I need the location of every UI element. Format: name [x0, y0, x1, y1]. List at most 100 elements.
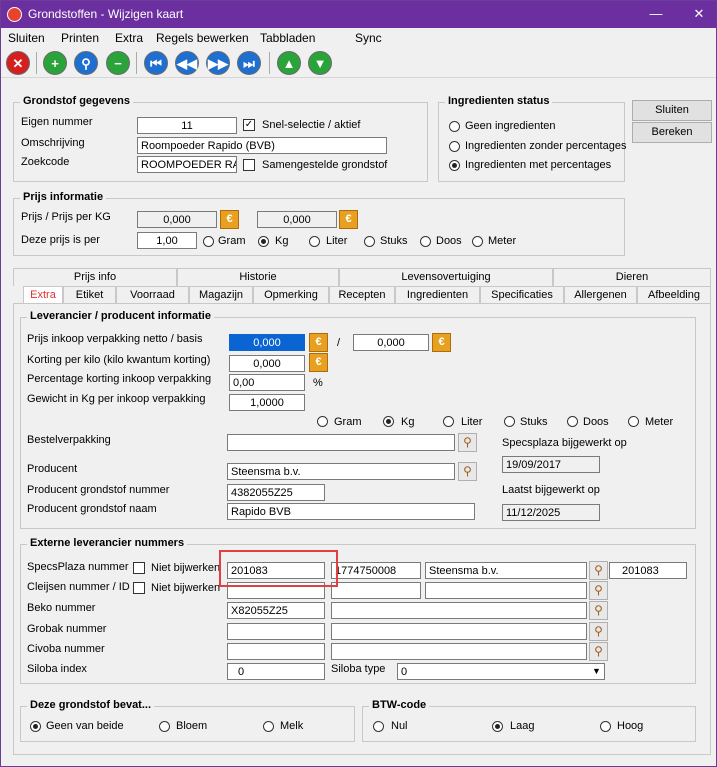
close-window-button[interactable]: ✕ [685, 5, 713, 23]
menu-extra[interactable]: Extra [115, 31, 143, 45]
up-icon[interactable]: ▲ [277, 51, 301, 75]
eigen-nummer-field[interactable]: 11 [137, 117, 237, 134]
producent-field[interactable]: Steensma b.v. [227, 463, 455, 480]
specsplaza-code-field[interactable]: 1774750008 [331, 562, 421, 579]
prev-icon[interactable]: ◀◀ [175, 51, 199, 75]
producent-nummer-field[interactable]: 4382055Z25 [227, 484, 325, 501]
tab-etiket[interactable]: Etiket [63, 286, 116, 304]
percentage-field[interactable]: 0,00 [229, 374, 305, 391]
producent-naam-field[interactable]: Rapido BVB [227, 503, 475, 520]
cleijsen-id-field[interactable] [331, 582, 421, 599]
lookup-icon[interactable]: ⚲ [589, 622, 608, 641]
zoekcode-field[interactable]: ROOMPOEDER RA [137, 156, 237, 173]
radio-hoog[interactable] [600, 721, 611, 732]
tab-magazijn[interactable]: Magazijn [189, 286, 253, 304]
niet-bijwerken-checkbox[interactable] [133, 582, 145, 594]
menu-sync[interactable]: Sync [355, 31, 382, 45]
add-icon[interactable]: + [43, 51, 67, 75]
radio-zonder-percentages[interactable] [449, 141, 460, 152]
radio-laag[interactable] [492, 721, 503, 732]
gewicht-field[interactable]: 1,0000 [229, 394, 305, 411]
korting-field[interactable]: 0,000 [229, 355, 305, 372]
grobak-naam-field[interactable] [331, 623, 587, 640]
radio-geen-van-beide[interactable] [30, 721, 41, 732]
siloba-index-field[interactable]: 0 [227, 663, 325, 680]
tab-allergenen[interactable]: Allergenen [564, 286, 637, 304]
tab-voorraad[interactable]: Voorraad [116, 286, 189, 304]
unit-radio-doos[interactable] [567, 416, 578, 427]
niet-bijwerken-checkbox[interactable] [133, 562, 145, 574]
last-icon[interactable]: ⏭ [237, 51, 261, 75]
down-icon[interactable]: ▼ [308, 51, 332, 75]
unit-radio-kg[interactable] [383, 416, 394, 427]
radio-nul[interactable] [373, 721, 384, 732]
radio-melk[interactable] [263, 721, 274, 732]
tab-prijs-info[interactable]: Prijs info [13, 268, 177, 286]
lookup-icon[interactable]: ⚲ [589, 601, 608, 620]
tab-recepten[interactable]: Recepten [329, 286, 395, 304]
radio-bloem[interactable] [159, 721, 170, 732]
unit-radio-stuks[interactable] [504, 416, 515, 427]
euro-icon[interactable]: € [220, 210, 239, 229]
radio-met-percentages[interactable] [449, 160, 460, 171]
euro-icon[interactable]: € [339, 210, 358, 229]
unit-radio-meter[interactable] [628, 416, 639, 427]
menu-regels-bewerken[interactable]: Regels bewerken [156, 31, 249, 45]
specsplaza-naam-field[interactable]: Steensma b.v. [425, 562, 587, 579]
menu-printen[interactable]: Printen [61, 31, 99, 45]
prijs-per-kg-field[interactable]: 0,000 [257, 211, 337, 228]
deze-prijs-field[interactable]: 1,00 [137, 232, 197, 249]
civoba-nummer-field[interactable] [227, 643, 325, 660]
tab-levensovertuiging[interactable]: Levensovertuiging [339, 268, 553, 286]
radio-geen-ingredienten[interactable] [449, 121, 460, 132]
euro-icon[interactable]: € [309, 353, 328, 372]
tab-opmerking[interactable]: Opmerking [253, 286, 329, 304]
tab-extra[interactable]: Extra [23, 286, 63, 304]
prijs-inkoop-field[interactable]: 0,000 [229, 334, 305, 351]
snel-selectie-checkbox[interactable]: ✓ [243, 119, 255, 131]
beko-naam-field[interactable] [331, 602, 587, 619]
unit-radio-liter[interactable] [443, 416, 454, 427]
menu-tabbladen[interactable]: Tabbladen [260, 31, 315, 45]
lookup-icon[interactable]: ⚲ [458, 462, 477, 481]
tab-afbeelding[interactable]: Afbeelding [637, 286, 711, 304]
unit-radio-gram[interactable] [203, 236, 214, 247]
first-icon[interactable]: ⏮ [144, 51, 168, 75]
unit-radio-stuks[interactable] [364, 236, 375, 247]
bereken-button[interactable]: Bereken [632, 122, 712, 143]
tab-dieren[interactable]: Dieren [553, 268, 711, 286]
next-icon[interactable]: ▶▶ [206, 51, 230, 75]
unit-radio-liter[interactable] [309, 236, 320, 247]
unit-radio-gram[interactable] [317, 416, 328, 427]
lookup-icon[interactable]: ⚲ [458, 433, 477, 452]
menu-sluiten[interactable]: Sluiten [8, 31, 45, 45]
unit-radio-kg[interactable] [258, 236, 269, 247]
lookup-icon[interactable]: ⚲ [589, 561, 608, 580]
remove-icon[interactable]: − [106, 51, 130, 75]
sluiten-button[interactable]: Sluiten [632, 100, 712, 121]
tab-ingredienten[interactable]: Ingredienten [395, 286, 480, 304]
unit-radio-meter[interactable] [472, 236, 483, 247]
omschrijving-field[interactable]: Roompoeder Rapido (BVB) [137, 137, 387, 154]
beko-nummer-field[interactable]: X82055Z25 [227, 602, 325, 619]
grobak-nummer-field[interactable] [227, 623, 325, 640]
search-icon[interactable]: ⚲ [74, 51, 98, 75]
prijs-basis-field[interactable]: 0,000 [353, 334, 429, 351]
chevron-down-icon[interactable]: ▼ [590, 665, 603, 678]
tab-specificaties[interactable]: Specificaties [480, 286, 564, 304]
specsplaza-id-field[interactable]: 201083 [609, 562, 687, 579]
euro-icon[interactable]: € [432, 333, 451, 352]
prijs-field[interactable]: 0,000 [137, 211, 217, 228]
lookup-icon[interactable]: ⚲ [589, 581, 608, 600]
close-icon[interactable]: ✕ [6, 51, 30, 75]
siloba-type-select[interactable]: 0 ▼ [397, 663, 605, 680]
cleijsen-naam-field[interactable] [425, 582, 587, 599]
lookup-icon[interactable]: ⚲ [589, 642, 608, 661]
unit-radio-doos[interactable] [420, 236, 431, 247]
minimize-button[interactable]: — [642, 5, 670, 23]
bestelverpakking-field[interactable] [227, 434, 455, 451]
euro-icon[interactable]: € [309, 333, 328, 352]
samengestelde-checkbox[interactable] [243, 159, 255, 171]
civoba-naam-field[interactable] [331, 643, 587, 660]
tab-historie[interactable]: Historie [177, 268, 339, 286]
